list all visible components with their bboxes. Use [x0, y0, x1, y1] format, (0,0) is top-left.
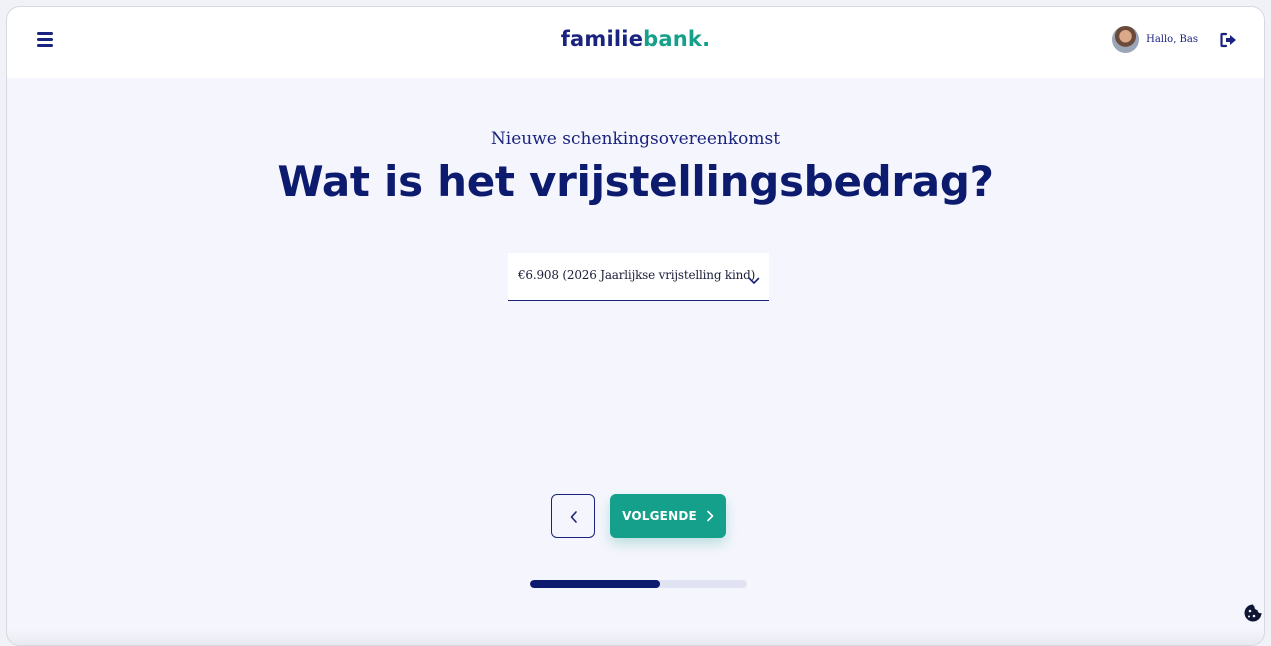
back-button[interactable] — [551, 494, 595, 538]
chevron-left-icon — [570, 511, 577, 523]
user-avatar — [1112, 26, 1140, 53]
page-title: Wat is het vrijstellingsbedrag? — [277, 157, 994, 206]
logo-part-bank: bank — [643, 27, 703, 51]
progress-bar-fill — [530, 580, 661, 588]
select-value: €6.908 (2026 Jaarlijkse vrijstelling kin… — [518, 268, 756, 282]
progress-bar — [530, 580, 747, 588]
cookie-icon[interactable] — [1243, 603, 1263, 623]
logo-part-familie: familie — [560, 27, 644, 51]
exemption-amount-select[interactable]: €6.908 (2026 Jaarlijkse vrijstelling kin… — [508, 253, 769, 301]
bottom-fade — [7, 629, 1264, 645]
user-greeting: Hallo, Bas — [1146, 34, 1198, 45]
chevron-down-icon — [748, 271, 760, 284]
next-button[interactable]: VOLGENDE — [610, 494, 726, 538]
top-header: familiebank. Hallo, Bas — [7, 7, 1264, 78]
page-subtitle: Nieuwe schenkingsovereenkomst — [490, 129, 781, 149]
logo[interactable]: familiebank. — [7, 27, 1264, 51]
app-frame: familiebank. Hallo, Bas Nieuwe schenking… — [6, 6, 1265, 646]
logo-dot: . — [702, 27, 711, 51]
chevron-right-icon — [707, 510, 714, 522]
logout-icon[interactable] — [1220, 32, 1238, 48]
next-button-label: VOLGENDE — [622, 509, 697, 523]
user-menu[interactable]: Hallo, Bas — [1112, 26, 1198, 53]
